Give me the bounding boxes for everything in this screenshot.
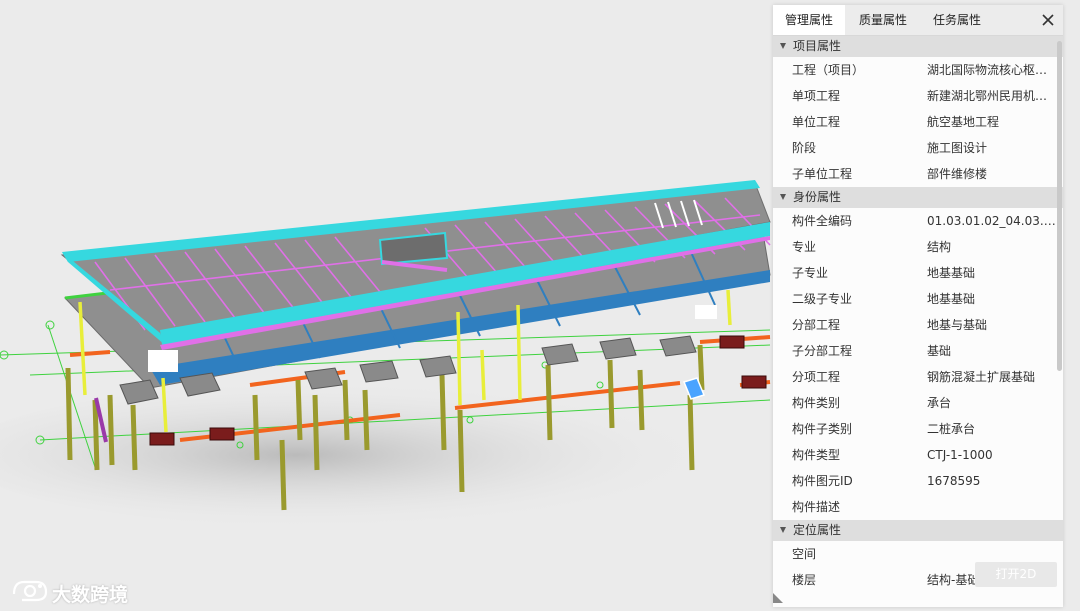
property-value: 基础 (927, 344, 952, 358)
property-row: 构件描述 (773, 494, 1063, 520)
tab-bar: 管理属性 质量属性 任务属性 (773, 5, 1063, 36)
property-key: 构件描述 (792, 500, 841, 514)
panel-scrollbar[interactable] (1057, 41, 1062, 371)
property-value: 钢筋混凝土扩展基础 (927, 370, 1036, 384)
property-value: 1678595 (927, 474, 981, 488)
property-value: 新建湖北鄂州民用机场及转运中心 (927, 89, 1059, 103)
section-project-properties[interactable]: 项目属性 (773, 36, 1063, 57)
property-key: 单位工程 (792, 115, 841, 129)
property-row: 构件图元ID 1678595 (773, 468, 1063, 494)
property-row: 阶段 施工图设计 (773, 135, 1063, 161)
tab-management[interactable]: 管理属性 (773, 5, 845, 35)
property-value: 地基与基础 (927, 318, 988, 332)
close-icon[interactable] (1037, 8, 1059, 32)
property-value: 二桩承台 (927, 422, 976, 436)
property-value: 湖北国际物流核心枢纽项目 (927, 63, 1059, 77)
property-key: 工程（项目） (792, 63, 865, 77)
tab-task[interactable]: 任务属性 (921, 5, 993, 35)
property-row: 构件类型 CTJ-1-1000 (773, 442, 1063, 468)
triangle-down-icon (780, 527, 786, 533)
property-row: 分部工程 地基与基础 (773, 312, 1063, 338)
property-key: 专业 (792, 240, 817, 254)
tab-quality[interactable]: 质量属性 (847, 5, 919, 35)
open-2d-button[interactable]: 打开2D (975, 562, 1057, 587)
property-key: 分项工程 (792, 370, 841, 384)
section-title: 定位属性 (793, 523, 842, 537)
section-identity-properties[interactable]: 身份属性 (773, 187, 1063, 208)
property-value: 01.03.01.02_04.03.01.0... (927, 214, 1059, 228)
property-key: 楼层 (792, 573, 817, 587)
property-row: 单项工程 新建湖北鄂州民用机场及转运中心 (773, 83, 1063, 109)
triangle-down-icon (780, 43, 786, 49)
property-key: 分部工程 (792, 318, 841, 332)
property-value: 航空基地工程 (927, 115, 1000, 129)
property-key: 子单位工程 (792, 167, 853, 181)
property-row: 构件类别 承台 (773, 390, 1063, 416)
property-value: 承台 (927, 396, 952, 410)
property-panel: 管理属性 质量属性 任务属性 项目属性 工程（项目） 湖北国际物流核心枢纽项目 单… (773, 5, 1063, 607)
section-title: 身份属性 (793, 190, 842, 204)
ground-shadow (0, 380, 800, 530)
property-row: 子专业 地基基础 (773, 260, 1063, 286)
property-key: 构件类型 (792, 448, 841, 462)
property-key: 构件图元ID (792, 474, 853, 488)
property-row: 专业 结构 (773, 234, 1063, 260)
property-key: 子专业 (792, 266, 829, 280)
property-value: 施工图设计 (927, 141, 988, 155)
watermark: 大数跨境 (10, 576, 128, 606)
property-key: 阶段 (792, 141, 817, 155)
white-patch-left (148, 350, 178, 372)
property-row: 子单位工程 部件维修楼 (773, 161, 1063, 187)
property-key: 空间 (792, 547, 817, 561)
property-key: 构件类别 (792, 396, 841, 410)
white-patch (695, 305, 717, 319)
property-row: 分项工程 钢筋混凝土扩展基础 (773, 364, 1063, 390)
property-value: 部件维修楼 (927, 167, 988, 181)
resize-corner-icon[interactable] (773, 593, 783, 603)
property-row: 构件全编码 01.03.01.02_04.03.01.0... (773, 208, 1063, 234)
triangle-down-icon (780, 194, 786, 200)
property-row: 子分部工程 基础 (773, 338, 1063, 364)
property-value: 地基基础 (927, 266, 976, 280)
property-row: 构件子类别 二桩承台 (773, 416, 1063, 442)
watermark-text: 大数跨境 (52, 584, 129, 606)
property-key: 构件子类别 (792, 422, 853, 436)
camera-logo-icon (12, 580, 48, 602)
property-key: 子分部工程 (792, 344, 853, 358)
property-key: 单项工程 (792, 89, 841, 103)
property-value: 地基基础 (927, 292, 976, 306)
section-title: 项目属性 (793, 39, 842, 53)
section-location-properties[interactable]: 定位属性 (773, 520, 1063, 541)
property-row: 工程（项目） 湖北国际物流核心枢纽项目 (773, 57, 1063, 83)
property-key: 二级子专业 (792, 292, 853, 306)
property-row: 二级子专业 地基基础 (773, 286, 1063, 312)
property-value: CTJ-1-1000 (927, 448, 993, 462)
property-value: 结构 (927, 240, 952, 254)
property-row: 单位工程 航空基地工程 (773, 109, 1063, 135)
property-key: 构件全编码 (792, 214, 853, 228)
